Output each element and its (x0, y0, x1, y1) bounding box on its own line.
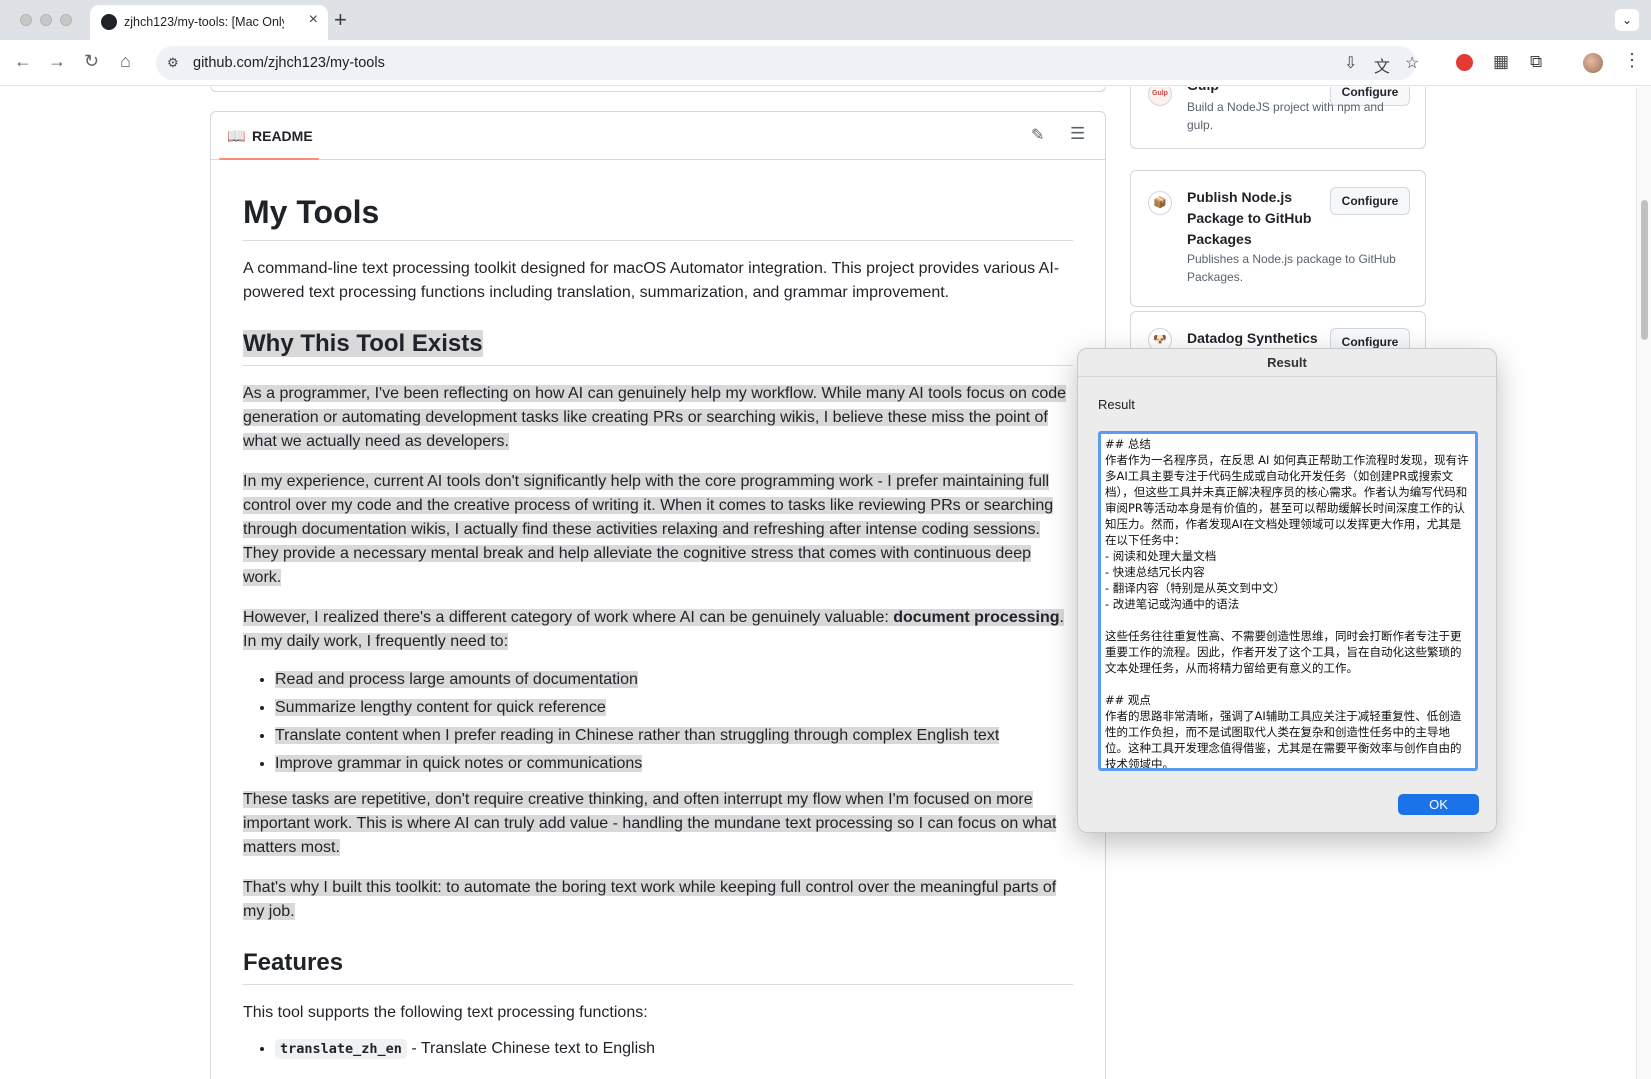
list-item: Improve grammar in quick notes or commun… (275, 752, 1073, 776)
dialog-title: Result (1078, 349, 1496, 377)
readme-body: My Tools A command-line text processing … (243, 160, 1073, 1065)
package-icon: 📦 (1148, 191, 1172, 215)
paragraph-repetitive-tasks: These tasks are repetitive, don't requir… (243, 791, 1057, 856)
ok-button[interactable]: OK (1398, 794, 1479, 815)
edit-pencil-icon[interactable]: ✎ (1031, 125, 1044, 145)
adblock-extension-icon[interactable] (1456, 54, 1473, 71)
qr-code-icon[interactable]: ▦ (1493, 52, 1509, 72)
features-intro: This tool supports the following text pr… (243, 1004, 648, 1021)
site-info-icon[interactable]: ⚙ (167, 55, 179, 71)
profile-avatar[interactable] (1583, 53, 1603, 73)
previous-panel-bottom (210, 87, 1106, 92)
home-icon[interactable]: ⌂ (120, 51, 131, 72)
new-tab-icon[interactable]: + (334, 7, 347, 33)
browser-menu-icon[interactable]: ⋮ (1623, 50, 1641, 71)
intro-paragraph: A command-line text processing toolkit d… (243, 260, 1060, 301)
result-dialog: Result Result ## 总结 作者作为一名程序员，在反思 AI 如何真… (1077, 348, 1497, 833)
page-scrollbar-thumb[interactable] (1641, 200, 1648, 340)
feature-list: translate_zh_en - Translate Chinese text… (243, 1037, 1073, 1061)
tab-search-icon[interactable]: ⌄ (1615, 9, 1639, 31)
close-tab-icon[interactable]: × (309, 11, 318, 29)
card-title[interactable]: Datadog Synthetics (1187, 328, 1318, 349)
card-title[interactable]: Gulp (1187, 87, 1219, 96)
readme-tab[interactable]: README (252, 128, 313, 144)
bookmark-star-icon[interactable]: ☆ (1405, 53, 1419, 73)
heading-features: Features (243, 948, 1073, 985)
list-item: Summarize lengthy content for quick refe… (275, 696, 1073, 720)
dialog-label: Result (1098, 397, 1135, 412)
paragraph-document-processing: However, I realized there's a different … (243, 609, 1064, 650)
result-text-area[interactable]: ## 总结 作者作为一名程序员，在反思 AI 如何真正帮助工作流程时发现，现有许… (1098, 431, 1478, 771)
workflow-card-publish-nodejs: 📦 Publish Node.js Package to GitHub Pack… (1130, 170, 1426, 307)
install-app-icon[interactable]: ⇩ (1344, 53, 1357, 73)
translate-icon[interactable]: 文 (1374, 53, 1390, 77)
card-description: Build a NodeJS project with npm and gulp… (1187, 100, 1384, 132)
card-description: Publishes a Node.js package to GitHub Pa… (1187, 252, 1396, 284)
task-list: Read and process large amounts of docume… (243, 668, 1073, 776)
gulp-logo-icon: Gulp (1148, 87, 1172, 106)
table-of-contents-icon[interactable]: ☰ (1070, 124, 1085, 144)
readme-header: 📖 README ✎ ☰ (211, 112, 1105, 160)
reload-icon[interactable]: ↻ (84, 51, 99, 72)
url-text[interactable]: github.com/zjhch123/my-tools (193, 55, 385, 71)
minimize-window-button[interactable] (40, 14, 52, 26)
zoom-window-button[interactable] (60, 14, 72, 26)
close-window-button[interactable] (20, 14, 32, 26)
forward-icon[interactable]: → (48, 51, 66, 72)
feature-item: translate_zh_en - Translate Chinese text… (275, 1037, 1073, 1061)
back-icon[interactable]: ← (14, 51, 32, 72)
readme-title: My Tools (243, 160, 1073, 241)
paragraph-why-built: That's why I built this toolkit: to auto… (243, 879, 1057, 920)
list-item: Read and process large amounts of docume… (275, 668, 1073, 692)
list-item: Translate content when I prefer reading … (275, 724, 1073, 748)
browser-toolbar: ← → ↻ ⌂ ⚙ github.com/zjhch123/my-tools ⇩… (0, 40, 1651, 86)
book-icon: 📖 (227, 128, 246, 145)
workflow-card-gulp: Gulp Gulp Configure Build a NodeJS proje… (1130, 87, 1426, 149)
browser-tab-bar: zjhch123/my-tools: [Mac Only × + ⌄ (0, 0, 1651, 40)
paragraph-reflection: As a programmer, I've been reflecting on… (243, 385, 1067, 450)
tab-title: zjhch123/my-tools: [Mac Only (124, 15, 284, 29)
card-title[interactable]: Publish Node.js Package to GitHub Packag… (1187, 187, 1327, 250)
extensions-puzzle-icon[interactable]: ⧉ (1530, 52, 1542, 72)
heading-why-this-tool-exists: Why This Tool Exists (243, 329, 1073, 366)
address-bar[interactable]: ⚙ github.com/zjhch123/my-tools ⇩ 文 ☆ (156, 46, 1419, 80)
readme-panel: 📖 README ✎ ☰ My Tools A command-line tex… (210, 111, 1106, 1079)
configure-button[interactable]: Configure (1330, 187, 1410, 215)
browser-tab[interactable]: zjhch123/my-tools: [Mac Only × (90, 5, 328, 40)
github-icon (101, 14, 117, 30)
paragraph-experience: In my experience, current AI tools don't… (243, 473, 1054, 586)
